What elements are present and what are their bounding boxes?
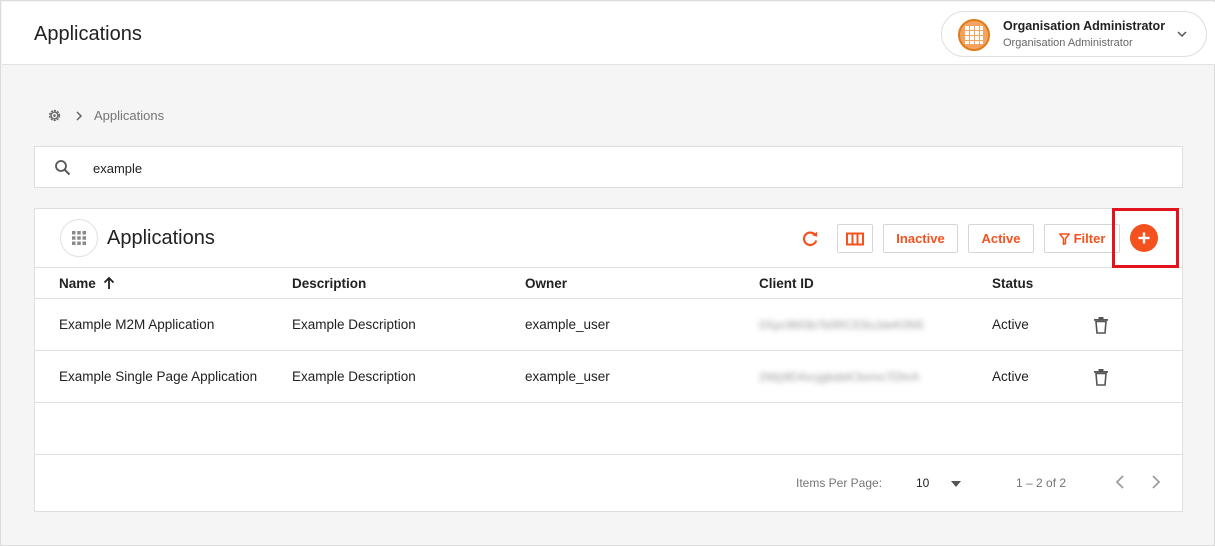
column-header-owner: Owner [525, 276, 568, 291]
cell-status: Active [992, 369, 1029, 384]
search-icon [55, 160, 71, 176]
chevron-right-icon [76, 111, 83, 121]
items-per-page-select[interactable]: 10 [915, 470, 965, 496]
gear-icon[interactable] [47, 108, 62, 123]
table-row[interactable]: Example M2M Application Example Descript… [35, 299, 1182, 351]
search-bar [34, 146, 1183, 188]
card-title: Applications [107, 227, 215, 249]
columns-icon [846, 232, 864, 245]
top-bar: Applications Organisation Administrator … [2, 2, 1215, 65]
cell-owner: example_user [525, 369, 610, 384]
search-input[interactable] [93, 158, 1093, 178]
cell-client-id: 0Xpc9M3b7b0RCE6sJdeK0N5 [759, 318, 924, 332]
filter-button-label: Filter [1073, 231, 1106, 246]
breadcrumb-current: Applications [94, 108, 165, 123]
add-application-button[interactable] [1130, 224, 1158, 252]
user-name: Organisation Administrator [1003, 19, 1166, 33]
plus-icon [1138, 232, 1150, 244]
apps-grid-icon [60, 219, 98, 257]
column-header-name[interactable]: Name [59, 276, 96, 291]
columns-button[interactable] [837, 224, 873, 253]
chevron-right-icon[interactable] [1149, 472, 1163, 492]
paginator: Items Per Page: 10 1 – 2 of 2 [35, 455, 1182, 511]
user-role: Organisation Administrator [1003, 37, 1133, 49]
table-row[interactable]: Example Single Page Application Example … [35, 351, 1182, 403]
table-header: Name Description Owner Client ID Status [35, 268, 1182, 299]
app-window: Applications Organisation Administrator … [0, 0, 1215, 546]
cell-client-id: 2Wp9D4vcjgbdeK3omo7DhrA [759, 370, 920, 384]
cell-name: Example Single Page Application [59, 369, 258, 384]
cell-name: Example M2M Application [59, 317, 215, 332]
inactive-filter-button[interactable]: Inactive [883, 224, 958, 253]
column-header-description: Description [292, 276, 367, 291]
cell-owner: example_user [525, 317, 610, 332]
cell-description: Example Description [292, 317, 416, 332]
organisation-avatar-icon [958, 19, 990, 51]
column-header-client-id: Client ID [759, 276, 814, 291]
page-range-label: 1 – 2 of 2 [1016, 476, 1067, 490]
user-menu-button[interactable]: Organisation Administrator Organisation … [941, 11, 1207, 57]
items-per-page-label: Items Per Page: [796, 476, 883, 490]
caret-down-icon [951, 481, 961, 487]
column-header-status: Status [992, 276, 1034, 291]
trash-icon[interactable] [1093, 316, 1109, 334]
filter-icon [1058, 232, 1070, 245]
active-filter-button[interactable]: Active [968, 224, 1034, 253]
page-title: Applications [34, 23, 142, 45]
chevron-left-icon[interactable] [1113, 472, 1127, 492]
chevron-down-icon [1177, 31, 1187, 38]
trash-icon[interactable] [1093, 368, 1109, 386]
cell-description: Example Description [292, 369, 416, 384]
applications-card: Applications Inactive Active Filter Name… [34, 208, 1183, 512]
sort-arrow-up-icon[interactable] [102, 276, 116, 290]
filter-button[interactable]: Filter [1044, 224, 1120, 253]
items-per-page-value: 10 [916, 476, 930, 490]
cell-status: Active [992, 317, 1029, 332]
table-empty-row [35, 403, 1182, 455]
refresh-icon[interactable] [800, 229, 820, 249]
card-header: Applications Inactive Active Filter [35, 208, 1182, 268]
